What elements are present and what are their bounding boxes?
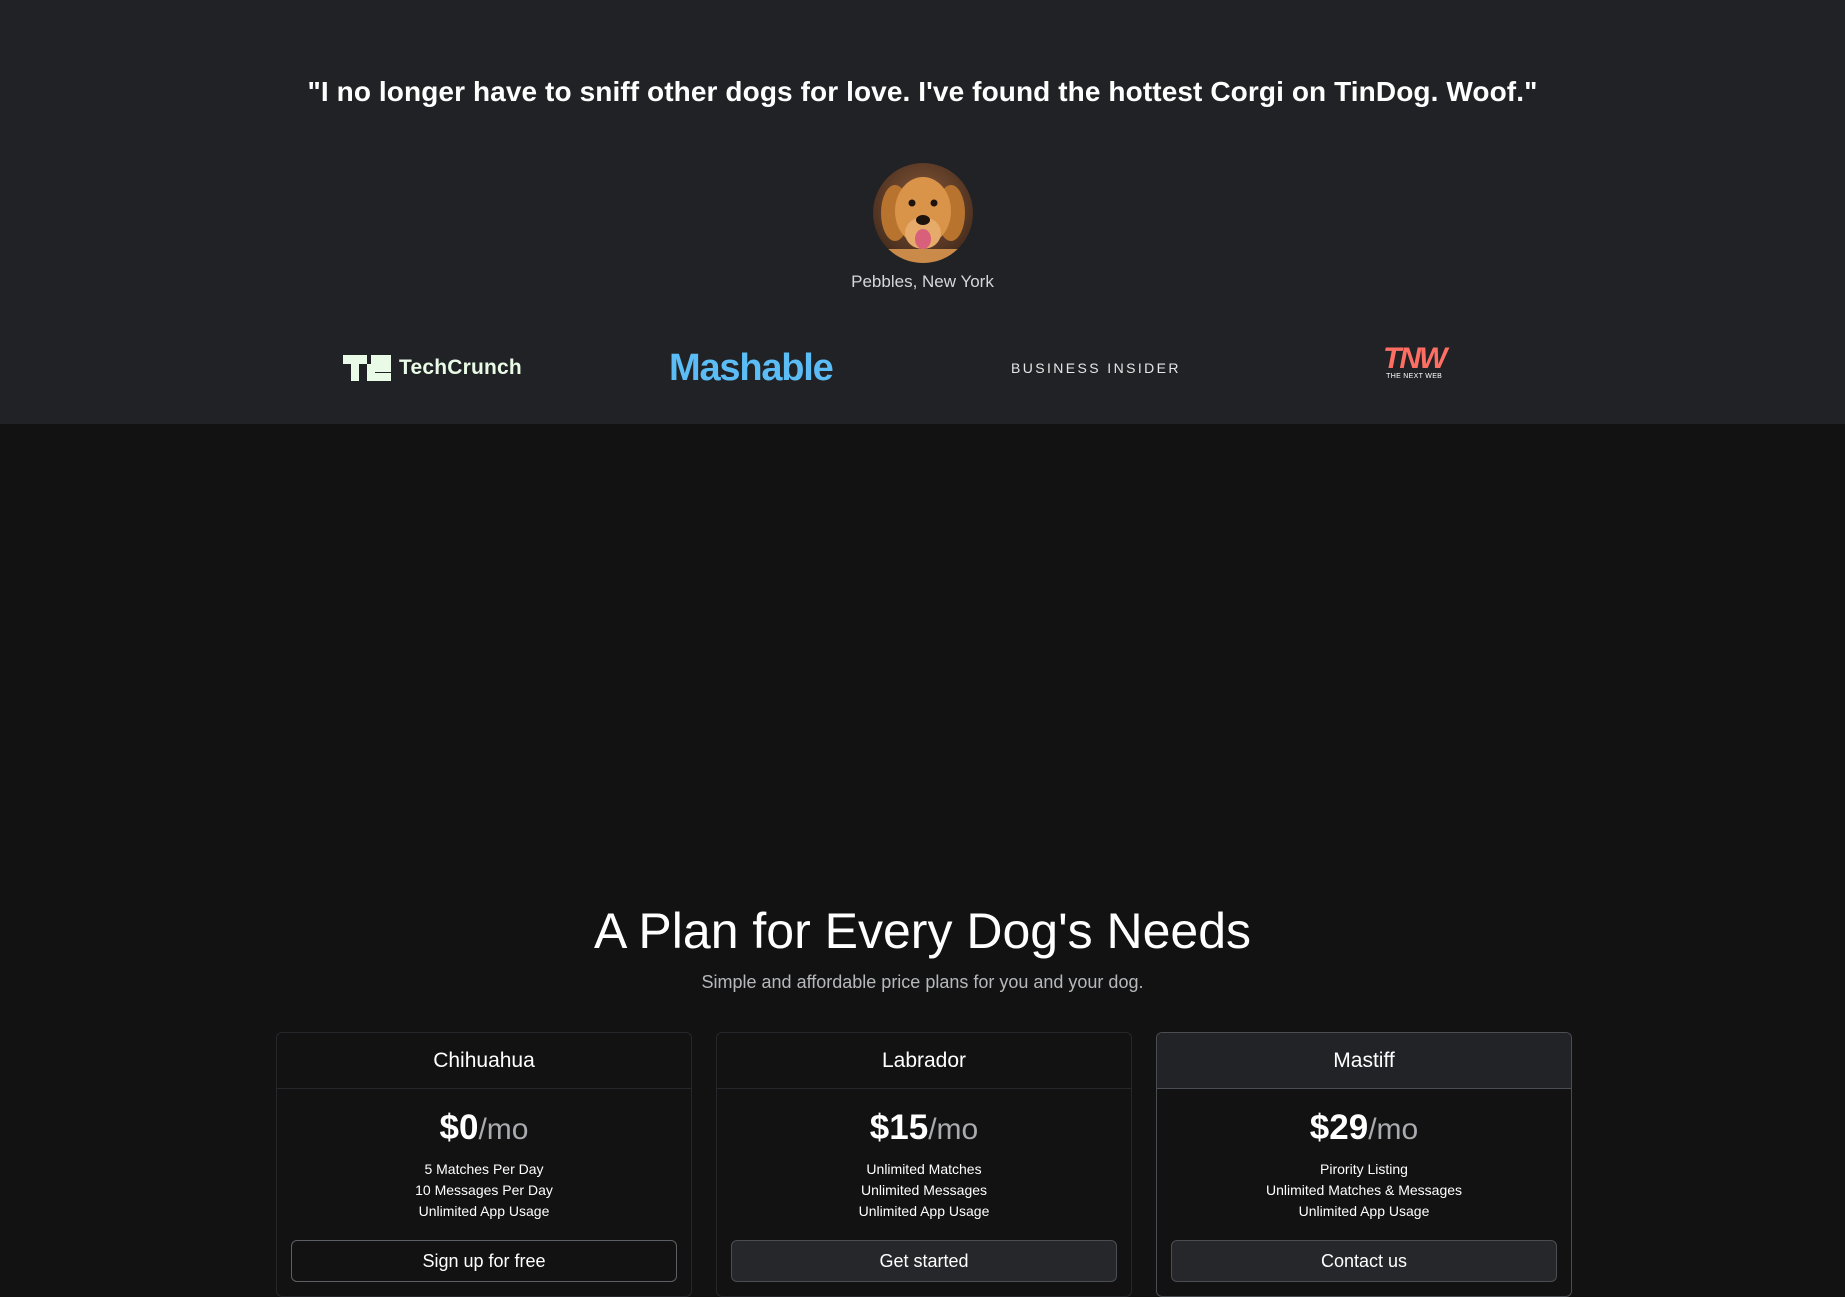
feature-item: Unlimited Matches	[866, 1161, 982, 1177]
dog-avatar-image	[873, 163, 973, 263]
price-unit: /mo	[478, 1113, 529, 1146]
feature-item: Unlimited Messages	[860, 1182, 988, 1198]
feature-item: 5 Matches Per Day	[424, 1161, 544, 1177]
plan-card-mastiff: Mastiff $29/mo Pirority Listing Unlimite…	[1156, 1032, 1572, 1297]
plan-card-labrador: Labrador $15/mo Unlimited Matches Unlimi…	[716, 1032, 1132, 1297]
feature-item: Unlimited App Usage	[418, 1203, 550, 1219]
press-logo-mashable: Mashable	[669, 345, 834, 391]
plan-price: $0/mo	[277, 1107, 691, 1149]
tnw-wordmark: TNW	[1383, 342, 1447, 375]
plan-name: Chihuahua	[277, 1033, 691, 1089]
press-logo-tnw: TNW THE NEXT WEB	[1383, 342, 1447, 391]
plan-features: Unlimited Matches Unlimited Messages Unl…	[717, 1159, 1131, 1222]
pricing-subtitle: Simple and affordable price plans for yo…	[701, 972, 1144, 992]
plan-price: $15/mo	[717, 1107, 1131, 1149]
plan-card-chihuahua: Chihuahua $0/mo 5 Matches Per Day 10 Mes…	[276, 1032, 692, 1297]
techcrunch-wordmark: TechCrunch	[399, 356, 522, 379]
techcrunch-icon	[343, 355, 391, 381]
mashable-wordmark: Mashable	[669, 346, 834, 389]
tnw-subtitle: THE NEXT WEB	[1386, 373, 1443, 380]
plan-name: Labrador	[717, 1033, 1131, 1089]
feature-item: Unlimited App Usage	[858, 1203, 990, 1219]
plan-features: 5 Matches Per Day 10 Messages Per Day Un…	[277, 1159, 691, 1222]
feature-item: Pirority Listing	[1320, 1161, 1408, 1177]
testimonial-quote: "I no longer have to sniff other dogs fo…	[307, 76, 1538, 107]
plan-name: Mastiff	[1157, 1033, 1571, 1089]
contact-us-button[interactable]: Contact us	[1171, 1240, 1557, 1282]
price-amount: $0	[439, 1108, 479, 1147]
price-unit: /mo	[1368, 1113, 1419, 1146]
sign-up-button[interactable]: Sign up for free	[291, 1240, 677, 1282]
feature-item: Unlimited App Usage	[1298, 1203, 1430, 1219]
price-amount: $29	[1309, 1108, 1369, 1147]
testimonial-author: Pebbles, New York	[851, 272, 994, 291]
testimonial-section: "I no longer have to sniff other dogs fo…	[0, 0, 1845, 424]
plan-features: Pirority Listing Unlimited Matches & Mes…	[1157, 1159, 1571, 1222]
price-amount: $15	[869, 1108, 929, 1147]
testimonial-avatar	[873, 163, 973, 263]
business-insider-wordmark: BUSINESS INSIDER	[1011, 360, 1181, 376]
press-logo-business-insider: BUSINESS INSIDER	[1011, 345, 1181, 391]
pricing-section: A Plan for Every Dog's Needs Simple and …	[0, 424, 1845, 1297]
feature-item: 10 Messages Per Day	[415, 1182, 553, 1198]
get-started-button[interactable]: Get started	[731, 1240, 1117, 1282]
plan-price: $29/mo	[1157, 1107, 1571, 1149]
press-logo-techcrunch: TechCrunch	[343, 345, 522, 391]
feature-item: Unlimited Matches & Messages	[1265, 1182, 1463, 1198]
pricing-title: A Plan for Every Dog's Needs	[593, 903, 1252, 959]
price-unit: /mo	[928, 1113, 979, 1146]
